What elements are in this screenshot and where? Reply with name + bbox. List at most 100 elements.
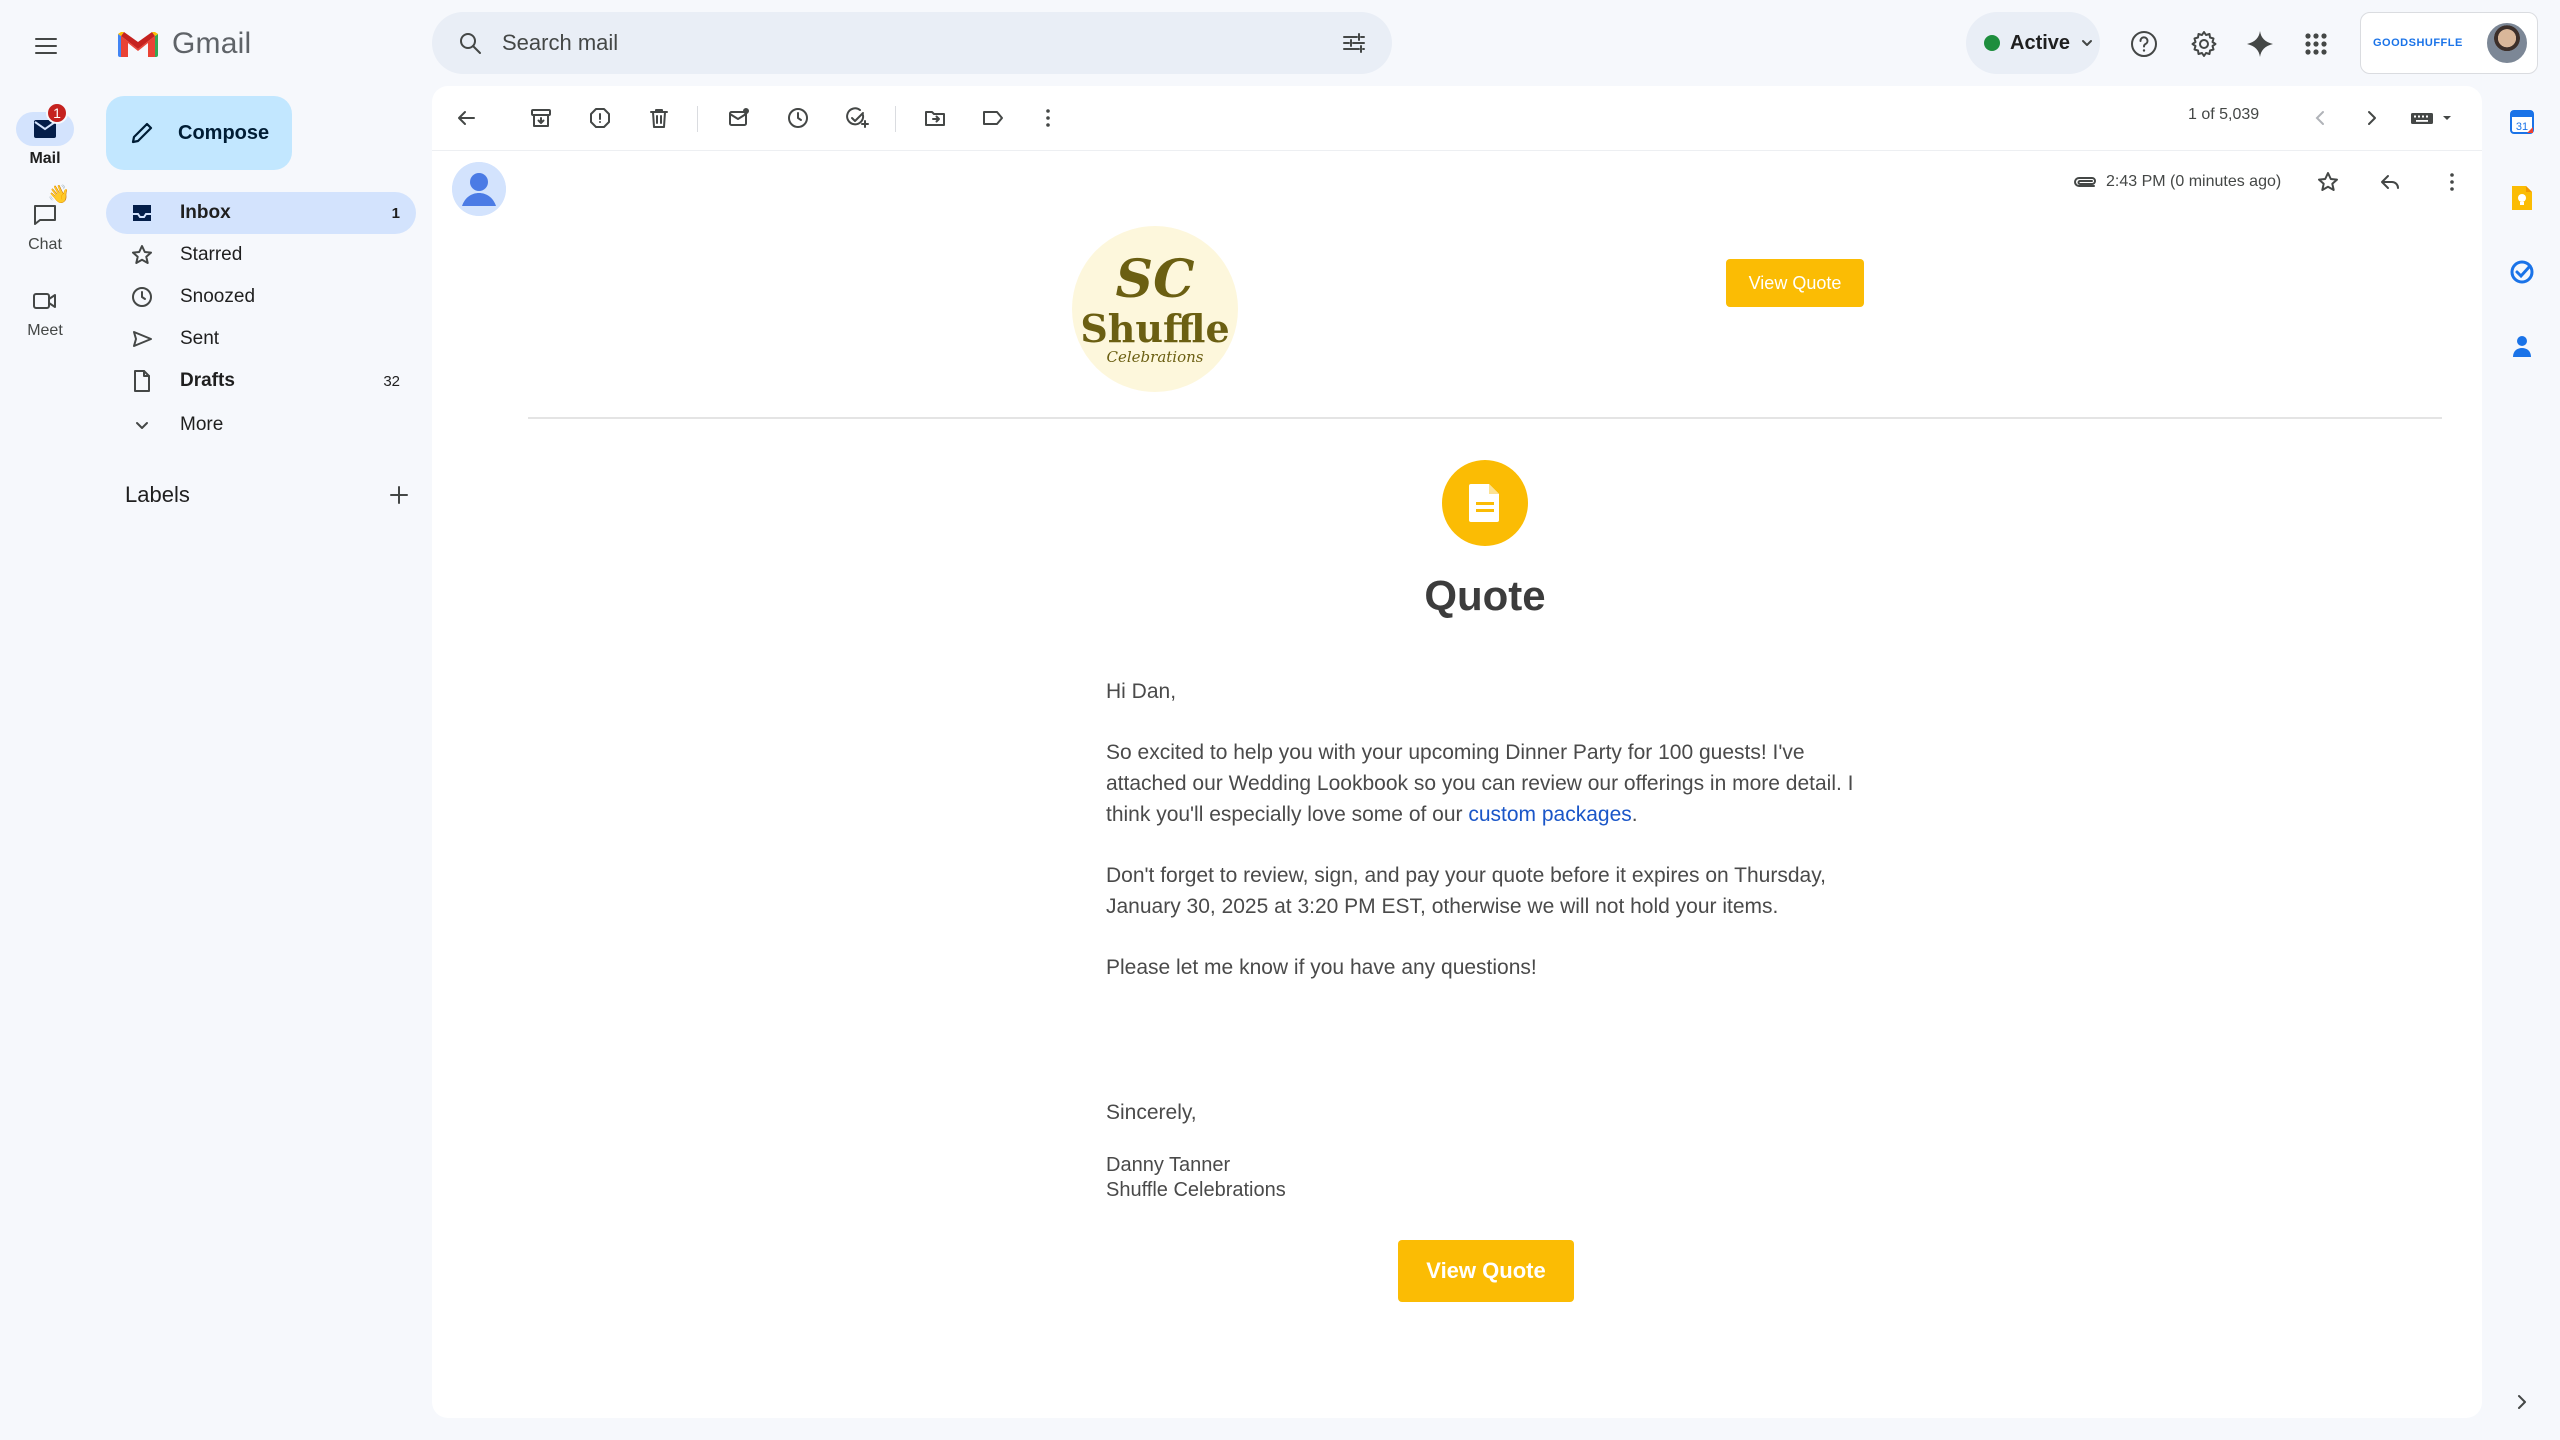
- rail-mail-label: Mail: [29, 150, 61, 167]
- search-input[interactable]: Search mail: [502, 30, 1340, 56]
- nav-more-label: More: [180, 414, 224, 435]
- mail-unread-badge: 1: [46, 102, 68, 124]
- more-options-button[interactable]: [1024, 94, 1072, 142]
- search-options-icon[interactable]: [1340, 29, 1368, 57]
- email-title: Quote: [1424, 572, 1546, 619]
- nav-sent-label: Sent: [180, 328, 220, 349]
- rail-chat-label: Chat: [28, 236, 62, 253]
- nav-more[interactable]: More: [106, 404, 416, 446]
- delete-button[interactable]: [635, 94, 683, 142]
- contacts-icon: [2513, 336, 2531, 357]
- calendar-icon: 31: [2510, 110, 2534, 134]
- rail-mail[interactable]: 1 Mail: [0, 102, 90, 168]
- contacts-button[interactable]: [2504, 328, 2540, 364]
- signature-company: Shuffle Celebrations: [1106, 1179, 1286, 1201]
- nav-drafts[interactable]: Drafts 32: [106, 360, 416, 402]
- toolbar-divider: [895, 106, 896, 132]
- message-meta: 2:43 PM (0 minutes ago): [2072, 164, 2479, 200]
- folder-move-icon: [925, 111, 945, 126]
- archive-icon: [531, 109, 551, 127]
- search-bar[interactable]: Search mail: [432, 12, 1392, 74]
- app-name: Gmail: [172, 27, 252, 60]
- nav-sent[interactable]: Sent: [106, 318, 416, 360]
- newer-button[interactable]: [2296, 94, 2344, 142]
- sender-avatar[interactable]: [452, 162, 506, 216]
- view-quote-button-header[interactable]: View Quote: [1726, 259, 1864, 307]
- labels-button[interactable]: [969, 94, 1017, 142]
- star-message-button[interactable]: [2301, 164, 2355, 200]
- status-selector[interactable]: Active: [1966, 12, 2100, 74]
- labels-heading: Labels: [125, 482, 190, 507]
- logo-monogram: SC: [1115, 248, 1195, 310]
- settings-button[interactable]: [2180, 20, 2228, 68]
- gmail-logo[interactable]: Gmail: [118, 22, 251, 66]
- rail-chat-icon-wrap: 👋: [16, 184, 74, 232]
- draft-file-icon: [134, 370, 150, 392]
- keep-icon: [2512, 186, 2532, 210]
- add-to-tasks-button[interactable]: [833, 94, 881, 142]
- snooze-button[interactable]: [774, 94, 822, 142]
- rail-meet[interactable]: Meet: [0, 284, 90, 340]
- person-icon: [452, 162, 506, 216]
- avatar[interactable]: [2485, 21, 2529, 65]
- older-button[interactable]: [2348, 94, 2396, 142]
- nav-inbox[interactable]: Inbox 1: [106, 192, 416, 234]
- label-icon: [983, 111, 1003, 125]
- support-button[interactable]: [2120, 20, 2168, 68]
- nav-snoozed-label: Snoozed: [180, 286, 256, 307]
- input-tools-button[interactable]: [2400, 94, 2470, 142]
- reply-button[interactable]: [2363, 164, 2417, 200]
- keep-button[interactable]: [2504, 180, 2540, 216]
- email-divider: [528, 417, 2442, 419]
- rail-meet-label: Meet: [27, 322, 63, 339]
- report-spam-button[interactable]: [576, 94, 624, 142]
- tasks-button[interactable]: [2504, 254, 2540, 290]
- nav-snoozed[interactable]: Snoozed: [106, 276, 416, 318]
- back-button[interactable]: [442, 94, 490, 142]
- toolbar-divider: [697, 106, 698, 132]
- reply-icon: [2381, 175, 2400, 189]
- labels-section-header: Labels: [125, 482, 410, 508]
- search-icon[interactable]: [456, 29, 484, 57]
- message-toolbar: 1 of 5,039: [432, 86, 2482, 150]
- add-label-icon[interactable]: [388, 484, 410, 506]
- rail-chat[interactable]: 👋 Chat: [0, 184, 90, 254]
- org-brand: GOODSHUFFLE: [2373, 37, 2463, 49]
- move-to-button[interactable]: [911, 94, 959, 142]
- email-body: Hi Dan, So excited to help you with your…: [1106, 676, 1866, 1013]
- signature-name: Danny Tanner: [1106, 1154, 1231, 1176]
- paragraph-questions: Please let me know if you have any quest…: [1106, 956, 1537, 979]
- mark-unread-button[interactable]: [715, 94, 763, 142]
- attachment-icon: [2074, 177, 2096, 187]
- custom-packages-link[interactable]: custom packages: [1468, 803, 1631, 826]
- nav-drafts-label: Drafts: [180, 370, 235, 391]
- paragraph-intro: So excited to help you with your upcomin…: [1106, 737, 1866, 830]
- hamburger-icon: [35, 38, 57, 54]
- compose-button[interactable]: Compose: [106, 96, 292, 170]
- view-quote-button[interactable]: View Quote: [1398, 1240, 1574, 1302]
- apps-button[interactable]: [2292, 20, 2340, 68]
- calendar-button[interactable]: 31: [2504, 104, 2540, 140]
- rail-mail-icon-wrap: 1: [16, 102, 74, 146]
- chevron-right-icon: [2518, 1395, 2526, 1409]
- nav-starred[interactable]: Starred: [106, 234, 416, 276]
- add-task-icon: [846, 107, 869, 128]
- greeting: Hi Dan,: [1106, 680, 1177, 703]
- show-side-panel-button[interactable]: [2504, 1384, 2540, 1420]
- mark-unread-icon: [729, 108, 749, 126]
- gemini-button[interactable]: [2236, 20, 2284, 68]
- chevron-down-icon: [2082, 40, 2093, 46]
- nav-drafts-count: 32: [383, 372, 400, 390]
- rail-meet-icon-wrap: [16, 284, 74, 318]
- star-icon: [132, 245, 152, 264]
- more-vert-icon: [2450, 173, 2455, 191]
- compose-label: Compose: [178, 121, 270, 144]
- main-menu-button[interactable]: [22, 22, 70, 70]
- video-camera-icon: [33, 293, 56, 309]
- arrow-back-icon: [458, 111, 475, 125]
- account-switcher[interactable]: GOODSHUFFLE: [2360, 12, 2538, 74]
- message-more-button[interactable]: [2425, 164, 2479, 200]
- help-icon: [2131, 31, 2157, 57]
- archive-button[interactable]: [517, 94, 565, 142]
- paragraph-deadline: Don't forget to review, sign, and pay yo…: [1106, 864, 1826, 918]
